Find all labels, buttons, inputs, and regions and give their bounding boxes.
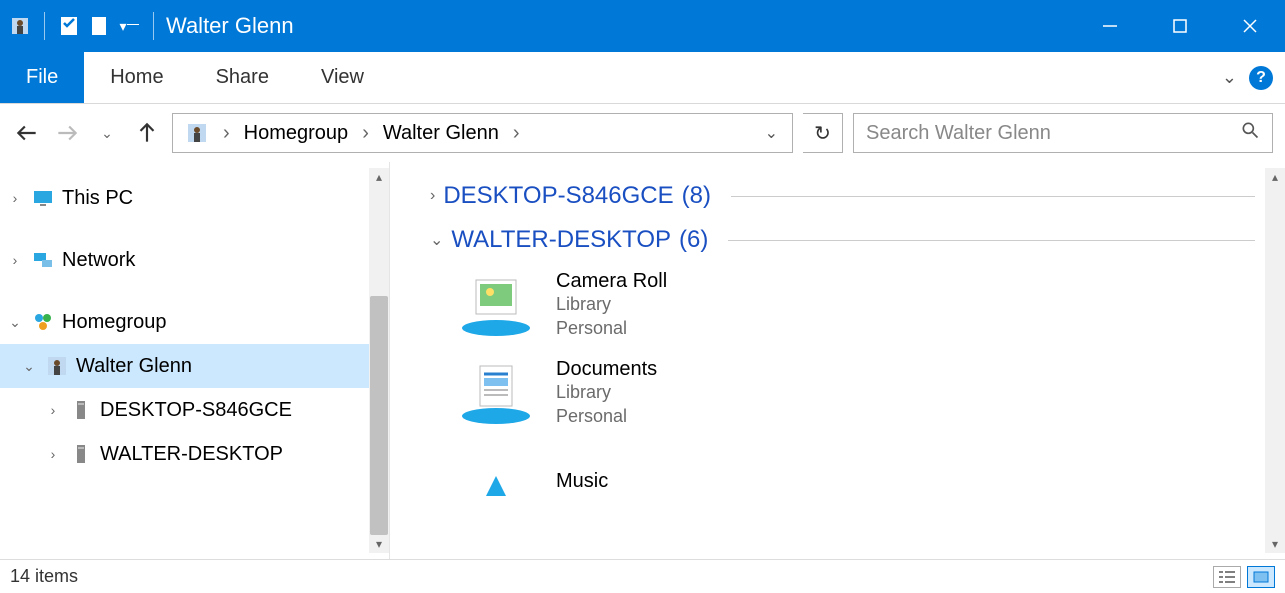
collapse-icon[interactable]: ⌄: [6, 314, 24, 331]
scroll-down-icon[interactable]: ▾: [376, 535, 382, 553]
scroll-down-icon[interactable]: ▾: [1272, 535, 1278, 553]
item-title: Camera Roll: [556, 270, 667, 293]
status-item-count: 14 items: [10, 566, 78, 587]
body: › This PC › Network ⌄ Homegroup ⌄: [0, 162, 1285, 559]
ribbon-collapse-icon[interactable]: ⌄: [1222, 67, 1237, 88]
item-subtitle: Personal: [556, 405, 657, 428]
tree-this-pc[interactable]: › This PC: [0, 176, 389, 220]
new-document-icon[interactable]: [87, 14, 111, 38]
divider: [731, 196, 1255, 197]
tree-label: WALTER-DESKTOP: [100, 443, 283, 466]
group-desktop-2[interactable]: ⌄ WALTER-DESKTOP (6): [430, 226, 1255, 254]
ribbon-tab-view[interactable]: View: [295, 52, 390, 103]
expand-icon[interactable]: ›: [6, 190, 24, 206]
tree-desktop-1[interactable]: › DESKTOP-S846GCE: [0, 388, 389, 432]
item-music[interactable]: Music: [456, 446, 1255, 516]
title-bar: ▾ Walter Glenn: [0, 0, 1285, 52]
computer-tower-icon: [68, 397, 94, 423]
item-documents[interactable]: Documents Library Personal: [456, 358, 1255, 428]
tree-label: DESKTOP-S846GCE: [100, 399, 292, 422]
window-title: Walter Glenn: [166, 13, 294, 39]
ribbon-tab-share[interactable]: Share: [190, 52, 295, 103]
view-details-button[interactable]: [1213, 566, 1241, 588]
expand-icon[interactable]: ›: [44, 402, 62, 418]
homegroup-icon: [30, 309, 56, 335]
divider: [728, 240, 1255, 241]
tree-label: This PC: [62, 187, 133, 210]
library-pictures-icon: [456, 270, 536, 340]
quick-access-toolbar: ▾: [8, 12, 160, 40]
group-desktop-1[interactable]: › DESKTOP-S846GCE (8): [430, 182, 1255, 210]
view-thumbnails-button[interactable]: [1247, 566, 1275, 588]
network-icon: [30, 247, 56, 273]
tree-label: Walter Glenn: [76, 355, 192, 378]
maximize-button[interactable]: [1145, 0, 1215, 52]
address-location-icon[interactable]: [179, 119, 215, 147]
minimize-button[interactable]: [1075, 0, 1145, 52]
breadcrumb-walter[interactable]: Walter Glenn: [377, 120, 505, 147]
expand-icon[interactable]: ›: [44, 446, 62, 462]
computer-icon: [30, 185, 56, 211]
scroll-thumb[interactable]: [370, 296, 388, 535]
breadcrumb-separator-icon[interactable]: ›: [509, 122, 524, 145]
user-avatar-icon[interactable]: [8, 14, 32, 38]
recent-locations-button[interactable]: ⌄: [92, 118, 122, 148]
navigation-row: ⌄ › Homegroup › Walter Glenn › ⌄ ↻ Searc…: [0, 104, 1285, 162]
group-count: (8): [682, 182, 711, 210]
up-button[interactable]: [132, 118, 162, 148]
item-subtitle: Library: [556, 293, 667, 316]
nav-scrollbar[interactable]: ▴ ▾: [369, 168, 389, 553]
search-placeholder: Search Walter Glenn: [866, 122, 1240, 145]
group-count: (6): [679, 226, 708, 254]
content-scrollbar[interactable]: ▴ ▾: [1265, 168, 1285, 553]
expand-icon[interactable]: ›: [430, 187, 435, 205]
library-music-icon: [456, 446, 536, 516]
group-name: WALTER-DESKTOP: [451, 226, 671, 254]
library-documents-icon: [456, 358, 536, 428]
tree-network[interactable]: › Network: [0, 238, 389, 282]
tree-desktop-2[interactable]: › WALTER-DESKTOP: [0, 432, 389, 476]
search-box[interactable]: Search Walter Glenn: [853, 113, 1273, 153]
breadcrumb-homegroup[interactable]: Homegroup: [238, 120, 355, 147]
computer-tower-icon: [68, 441, 94, 467]
ribbon-tab-file[interactable]: File: [0, 52, 84, 103]
status-bar: 14 items: [0, 559, 1285, 593]
group-name: DESKTOP-S846GCE: [443, 182, 673, 210]
item-title: Music: [556, 470, 608, 493]
scroll-up-icon[interactable]: ▴: [376, 168, 382, 186]
breadcrumb-separator-icon[interactable]: ›: [358, 122, 373, 145]
address-history-dropdown-icon[interactable]: ⌄: [757, 123, 786, 143]
item-subtitle: Library: [556, 381, 657, 404]
tree-homegroup[interactable]: ⌄ Homegroup: [0, 300, 389, 344]
item-title: Documents: [556, 358, 657, 381]
forward-button[interactable]: [52, 118, 82, 148]
ribbon-tab-home[interactable]: Home: [84, 52, 189, 103]
collapse-icon[interactable]: ⌄: [20, 358, 38, 375]
item-camera-roll[interactable]: Camera Roll Library Personal: [456, 270, 1255, 340]
item-subtitle: Personal: [556, 317, 667, 340]
breadcrumb-separator-icon[interactable]: ›: [219, 122, 234, 145]
expand-icon[interactable]: ›: [6, 252, 24, 268]
collapse-icon[interactable]: ⌄: [430, 230, 443, 250]
ribbon: File Home Share View ⌄ ?: [0, 52, 1285, 104]
window-controls: [1075, 0, 1285, 52]
help-icon[interactable]: ?: [1249, 66, 1273, 90]
address-bar[interactable]: › Homegroup › Walter Glenn › ⌄: [172, 113, 793, 153]
refresh-button[interactable]: ↻: [803, 113, 843, 153]
user-avatar-icon: [44, 353, 70, 379]
content-pane: › DESKTOP-S846GCE (8) ⌄ WALTER-DESKTOP (…: [390, 162, 1285, 559]
tree-label: Homegroup: [62, 311, 167, 334]
scroll-up-icon[interactable]: ▴: [1272, 168, 1278, 186]
properties-icon[interactable]: [57, 14, 81, 38]
tree-label: Network: [62, 249, 135, 272]
tree-walter-glenn[interactable]: ⌄ Walter Glenn: [0, 344, 389, 388]
close-button[interactable]: [1215, 0, 1285, 52]
qat-dropdown-icon[interactable]: ▾: [117, 14, 141, 38]
back-button[interactable]: [12, 118, 42, 148]
navigation-pane: › This PC › Network ⌄ Homegroup ⌄: [0, 162, 390, 559]
search-icon[interactable]: [1240, 120, 1260, 146]
